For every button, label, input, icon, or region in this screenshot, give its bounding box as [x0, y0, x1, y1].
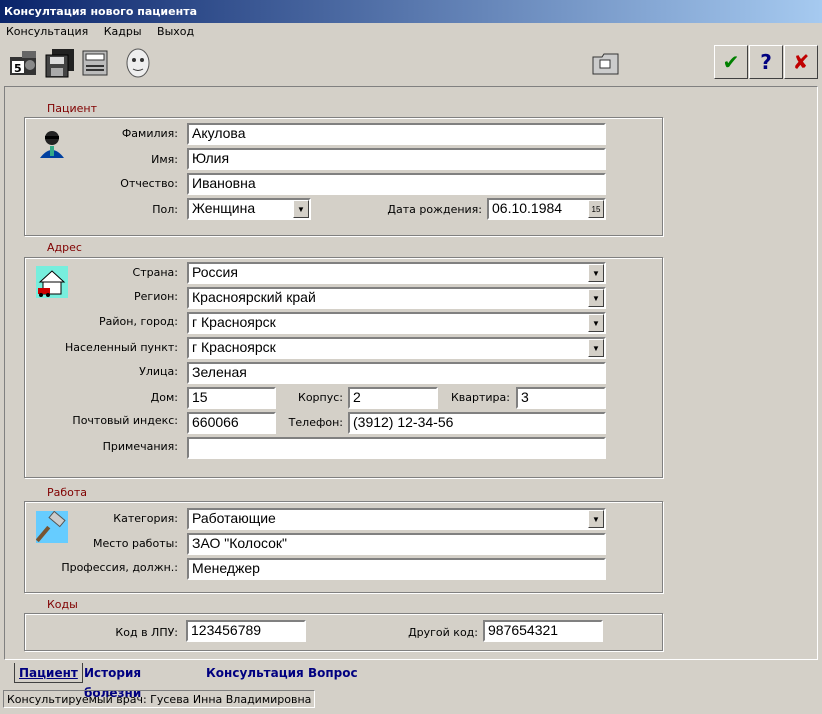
postcode-label: Почтовый индекс:	[72, 414, 178, 427]
calendar-icon[interactable]: 15	[588, 200, 604, 218]
face-portrait-icon[interactable]	[122, 47, 154, 79]
workplace-label: Место работы:	[93, 537, 178, 550]
person-icon	[36, 128, 68, 160]
patronymic-field[interactable]: Ивановна	[187, 173, 606, 195]
menu-staff[interactable]: Кадры	[104, 25, 142, 38]
locality-value: г Красноярск	[192, 339, 276, 355]
category-label: Категория:	[113, 512, 178, 525]
apartment-field[interactable]: 3	[516, 387, 606, 409]
country-value: Россия	[192, 264, 238, 280]
phone-field[interactable]: (3912) 12-34-56	[348, 412, 606, 434]
house-label: Дом:	[150, 391, 178, 404]
tab-consultation[interactable]: Консультация	[202, 663, 308, 683]
sex-label: Пол:	[152, 203, 178, 216]
tab-history[interactable]: История болезни	[80, 663, 145, 700]
chevron-down-icon[interactable]: ▼	[588, 289, 604, 307]
region-label: Регион:	[134, 290, 178, 303]
printer-icon[interactable]	[80, 47, 112, 79]
lpu-code-label: Код в ЛПУ:	[115, 626, 178, 639]
surname-field[interactable]: Акулова	[187, 123, 606, 145]
help-button[interactable]: ?	[749, 45, 783, 79]
birthdate-label: Дата рождения:	[387, 203, 482, 216]
folder-icon[interactable]	[590, 47, 622, 79]
birthdate-value: 06.10.1984	[492, 200, 563, 216]
svg-text:5: 5	[14, 62, 22, 75]
menu-exit[interactable]: Выход	[157, 25, 194, 38]
chevron-down-icon[interactable]: ▼	[588, 510, 604, 528]
section-title-address: Адрес	[47, 241, 82, 254]
chevron-down-icon[interactable]: ▼	[588, 264, 604, 282]
name-field[interactable]: Юлия	[187, 148, 606, 170]
window-title: Консултация нового пациента	[0, 0, 822, 23]
sex-value: Женщина	[192, 200, 256, 216]
locality-select[interactable]: г Красноярск ▼	[187, 337, 606, 359]
district-value: г Красноярск	[192, 314, 276, 330]
section-title-codes: Коды	[47, 598, 78, 611]
profession-field[interactable]: Менеджер	[187, 558, 606, 580]
camera-5-icon[interactable]: 5	[8, 47, 40, 79]
region-select[interactable]: Красноярский край ▼	[187, 287, 606, 309]
postcode-field[interactable]: 660066	[187, 412, 276, 434]
phone-label: Телефон:	[288, 416, 343, 429]
menu-bar: Консультация Кадры Выход	[0, 23, 822, 41]
chevron-down-icon[interactable]: ▼	[588, 314, 604, 332]
status-doctor: Консультируемый врач: Гусева Инна Владим…	[3, 690, 316, 708]
house-field[interactable]: 15	[187, 387, 276, 409]
street-label: Улица:	[139, 365, 178, 378]
category-value: Работающие	[192, 510, 276, 526]
notes-field[interactable]	[187, 437, 606, 459]
close-button[interactable]: ✘	[784, 45, 818, 79]
other-code-field[interactable]: 987654321	[483, 620, 603, 642]
name-label: Имя:	[151, 153, 178, 166]
notes-label: Примечания:	[102, 440, 178, 453]
workplace-field[interactable]: ЗАО "Колосок"	[187, 533, 606, 555]
apartment-label: Квартира:	[450, 391, 510, 404]
chevron-down-icon[interactable]: ▼	[293, 200, 309, 218]
section-title-patient: Пациент	[47, 102, 98, 115]
district-label: Район, город:	[99, 315, 178, 328]
country-select[interactable]: Россия ▼	[187, 262, 606, 284]
ok-button[interactable]: ✔	[714, 45, 748, 79]
other-code-label: Другой код:	[408, 626, 478, 639]
surname-label: Фамилия:	[121, 127, 178, 140]
building-label: Корпус:	[298, 391, 343, 404]
locality-label: Населенный пункт:	[65, 341, 178, 354]
profession-label: Профессия, должн.:	[61, 561, 178, 574]
patronymic-label: Отчество:	[120, 177, 178, 190]
menu-consultation[interactable]: Консультация	[6, 25, 88, 38]
section-title-work: Работа	[47, 486, 88, 499]
toolbar: 5	[0, 43, 822, 83]
save-disks-icon[interactable]	[44, 47, 76, 79]
birthdate-field[interactable]: 06.10.1984 15	[487, 198, 606, 220]
sex-select[interactable]: Женщина ▼	[187, 198, 311, 220]
street-field[interactable]: Зеленая	[187, 362, 606, 384]
status-bar: Консультируемый врач: Гусева Инна Владим…	[0, 688, 822, 710]
country-label: Страна:	[132, 266, 178, 279]
building-field[interactable]: 2	[348, 387, 438, 409]
lpu-code-field[interactable]: 123456789	[186, 620, 306, 642]
tab-question[interactable]: Вопрос	[304, 663, 362, 683]
district-select[interactable]: г Красноярск ▼	[187, 312, 606, 334]
chevron-down-icon[interactable]: ▼	[588, 339, 604, 357]
region-value: Красноярский край	[192, 289, 316, 305]
tab-patient[interactable]: Пациент	[14, 663, 83, 683]
category-select[interactable]: Работающие ▼	[187, 508, 606, 530]
